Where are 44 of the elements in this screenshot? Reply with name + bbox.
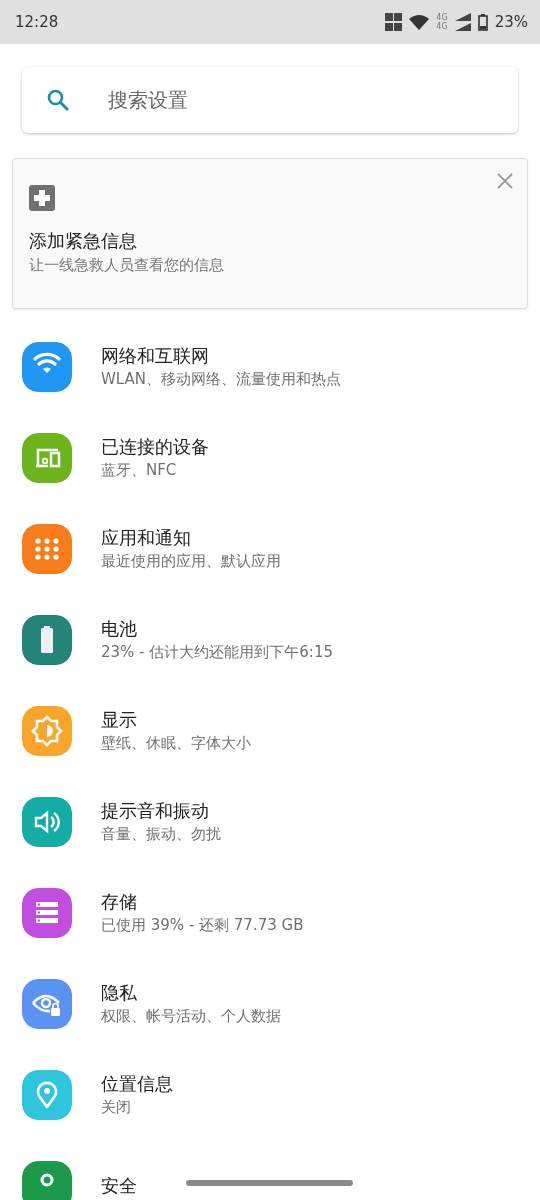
sim-icon <box>385 13 403 31</box>
setting-item[interactable]: 位置信息 关闭 <box>0 1049 540 1140</box>
setting-title: 存储 <box>101 890 138 914</box>
close-button[interactable] <box>497 173 513 189</box>
setting-subtitle: 关闭 <box>101 1098 132 1117</box>
setting-subtitle: 23% - 估计大约还能用到下午6:15 <box>101 643 333 662</box>
setting-subtitle: 已使用 39% - 还剩 77.73 GB <box>101 916 304 935</box>
setting-item[interactable]: 隐私 权限、帐号活动、个人数据 <box>0 958 540 1049</box>
suggestion-card[interactable]: 添加紧急信息 让一线急救人员查看您的信息 <box>12 158 528 309</box>
setting-title: 电池 <box>101 617 138 641</box>
setting-item[interactable]: 已连接的设备 蓝牙、NFC <box>0 412 540 503</box>
setting-subtitle: 壁纸、休眠、字体大小 <box>101 734 251 753</box>
card-title: 添加紧急信息 <box>29 229 138 253</box>
search-field[interactable]: 搜索设置 <box>22 67 518 133</box>
setting-title: 提示音和振动 <box>101 799 210 823</box>
setting-item[interactable]: 网络和互联网 WLAN、移动网络、流量使用和热点 <box>0 321 540 412</box>
card-subtitle: 让一线急救人员查看您的信息 <box>29 256 225 275</box>
setting-title: 安全 <box>101 1173 137 1198</box>
signal-icon <box>454 13 471 31</box>
wifi-icon <box>409 14 430 30</box>
setting-item[interactable]: 应用和通知 最近使用的应用、默认应用 <box>0 503 540 594</box>
search-icon <box>46 88 70 112</box>
setting-item[interactable]: 提示音和振动 音量、振动、勿扰 <box>0 776 540 867</box>
first-aid-icon <box>29 185 55 211</box>
setting-title: 应用和通知 <box>101 526 192 550</box>
setting-item[interactable]: 存储 已使用 39% - 还剩 77.73 GB <box>0 867 540 958</box>
setting-item[interactable]: 电池 23% - 估计大约还能用到下午6:15 <box>0 594 540 685</box>
setting-subtitle: WLAN、移动网络、流量使用和热点 <box>101 370 341 389</box>
setting-subtitle: 音量、振动、勿扰 <box>101 825 221 844</box>
network-label: 4G <box>436 22 448 31</box>
setting-subtitle: 蓝牙、NFC <box>101 461 178 480</box>
battery-icon <box>477 13 488 31</box>
setting-item[interactable]: 安全 <box>0 1140 540 1200</box>
setting-title: 已连接的设备 <box>101 435 209 459</box>
setting-title: 显示 <box>101 708 138 732</box>
battery-percent: 23% <box>494 13 528 31</box>
setting-subtitle: 权限、帐号活动、个人数据 <box>101 1007 281 1026</box>
setting-item[interactable]: 显示 壁纸、休眠、字体大小 <box>0 685 540 776</box>
setting-title: 隐私 <box>101 981 138 1005</box>
setting-title: 网络和互联网 <box>101 344 210 368</box>
network-label: 4G <box>436 13 448 22</box>
setting-subtitle: 最近使用的应用、默认应用 <box>101 552 281 571</box>
clock: 12:28 <box>15 13 59 31</box>
setting-title: 位置信息 <box>101 1072 173 1096</box>
